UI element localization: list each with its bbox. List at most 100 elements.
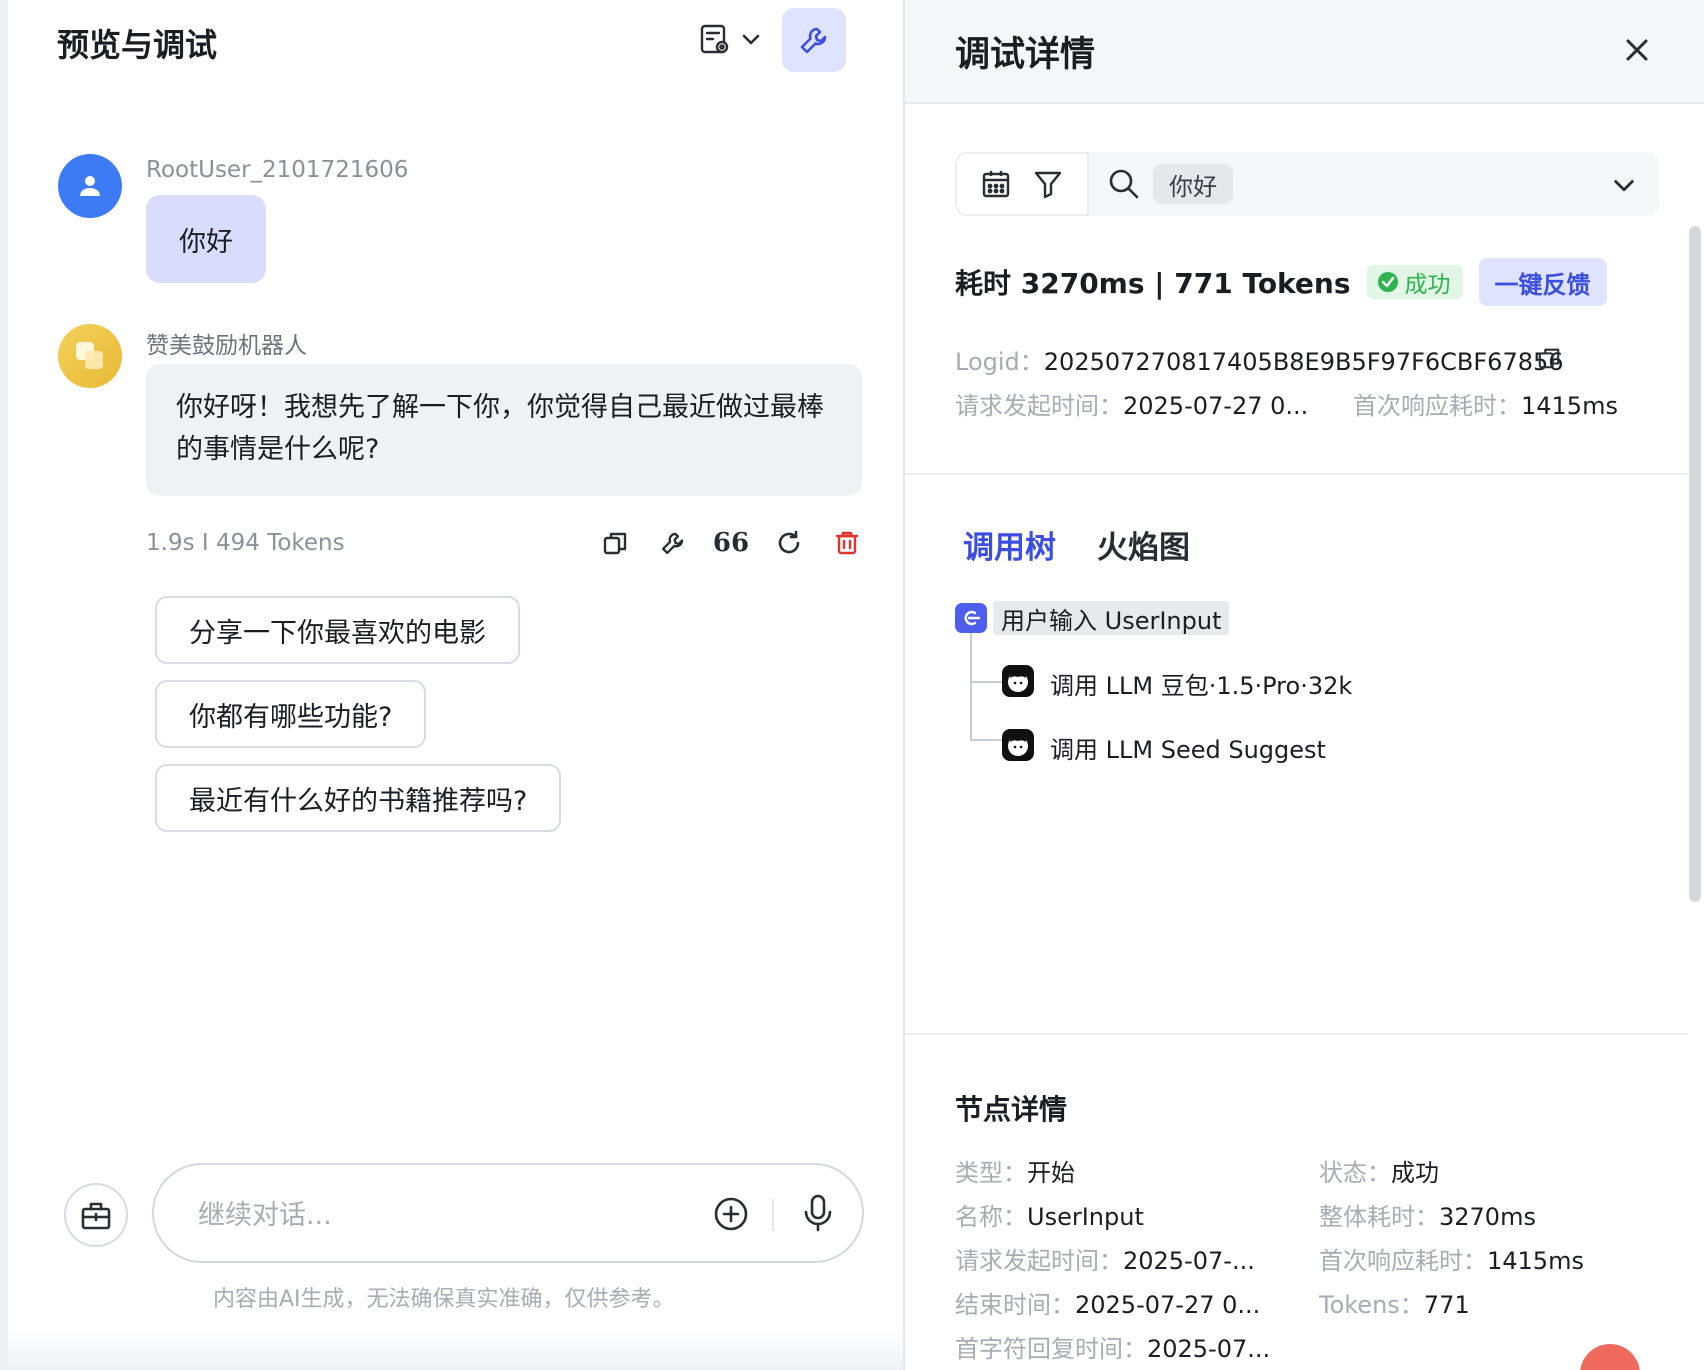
logid-label: Logid：: [955, 348, 1044, 376]
llm-node-icon: [1002, 729, 1034, 761]
doc-settings-dropdown[interactable]: [698, 22, 762, 56]
node-detail-row: 结束时间：2025-07-27 0...: [955, 1285, 1260, 1320]
tree-node-llm[interactable]: 调用 LLM 豆包·1.5·Pro·32k: [1050, 666, 1352, 701]
search-tag[interactable]: 你好: [1153, 164, 1233, 204]
status-badge: 成功: [1366, 265, 1463, 299]
node-detail-row: 名称：UserInput: [955, 1197, 1144, 1232]
message-meta: 1.9s I 494 Tokens: [146, 530, 345, 556]
preview-debug-panel: 预览与调试 RootUser_2101721606 你好 赞美鼓励机器人 你好呀…: [0, 0, 903, 1370]
divider: [905, 1033, 1688, 1035]
chat-input[interactable]: [198, 1195, 678, 1235]
bot-logo-icon: [76, 342, 103, 369]
detail-label: 名称：: [955, 1203, 1027, 1231]
wrench-icon: [797, 23, 831, 57]
ai-disclaimer: 内容由AI生成，无法确保真实准确，仅供参考。: [213, 1287, 675, 1312]
detail-value: 2025-07-...: [1123, 1247, 1255, 1275]
detail-label: 整体耗时：: [1319, 1203, 1439, 1231]
trace-stat: 耗时 3270ms | 771 Tokens: [955, 267, 1351, 300]
chat-input-box: [152, 1163, 864, 1263]
detail-value: 1415ms: [1487, 1247, 1584, 1275]
first-response-value: 1415ms: [1521, 392, 1618, 420]
bot-name: 赞美鼓励机器人: [146, 333, 307, 359]
llm-node-icon: [1002, 665, 1034, 697]
toolbox-button[interactable]: [64, 1183, 128, 1247]
debug-toggle-button[interactable]: [782, 8, 846, 72]
node-detail-row: 状态：成功: [1319, 1153, 1439, 1188]
wrench-icon[interactable]: [658, 528, 688, 558]
status-badge-label: 成功: [1404, 272, 1451, 298]
first-response-row: 首次响应耗时：1415ms: [1353, 386, 1618, 421]
divider: [905, 473, 1688, 475]
tab-flame-graph[interactable]: 火焰图: [1097, 522, 1190, 567]
debug-details-header: 调试详情: [905, 0, 1704, 104]
tab-call-tree[interactable]: 调用树: [963, 522, 1056, 567]
chevron-down-icon[interactable]: [1611, 172, 1637, 198]
node-detail-row: 类型：开始: [955, 1153, 1075, 1188]
search-icon: [1107, 167, 1141, 201]
copy-icon[interactable]: [1537, 346, 1561, 370]
user-name: RootUser_2101721606: [146, 157, 409, 183]
message-actions: 66: [600, 528, 862, 558]
copy-icon[interactable]: [600, 528, 630, 558]
detail-value: 3270ms: [1439, 1203, 1536, 1231]
user-input-node-icon: [955, 603, 987, 633]
refresh-icon[interactable]: [774, 528, 804, 558]
detail-label: 状态：: [1319, 1159, 1391, 1187]
node-detail-row: 首次响应耗时：1415ms: [1319, 1241, 1584, 1276]
quote-icon[interactable]: 66: [713, 528, 749, 558]
logid-row: Logid：202507270817405B8E9B5F97F6CBF67856: [955, 342, 1564, 377]
mic-icon[interactable]: [800, 1193, 836, 1233]
input-divider: [772, 1199, 774, 1231]
detail-value: 成功: [1391, 1159, 1439, 1187]
trace-filter-bar: 你好: [955, 152, 1659, 216]
close-button[interactable]: [1617, 30, 1657, 70]
trace-summary: 耗时 3270ms | 771 Tokens 成功 一键反馈: [955, 258, 1607, 306]
detail-value: 2025-07-27 0...: [1075, 1291, 1261, 1319]
user-message-bubble: 你好: [146, 195, 266, 283]
suggestion-chip[interactable]: 最近有什么好的书籍推荐吗?: [155, 764, 562, 832]
detail-label: Tokens：: [1319, 1291, 1424, 1319]
tree-connector: [970, 633, 972, 740]
detail-label: 首次响应耗时：: [1319, 1247, 1487, 1275]
first-response-label: 首次响应耗时：: [1353, 392, 1521, 420]
tree-node-llm[interactable]: 调用 LLM Seed Suggest: [1050, 730, 1326, 765]
node-detail-row: 首字符回复时间：2025-07...: [955, 1329, 1270, 1364]
node-detail-row: Tokens：771: [1319, 1285, 1470, 1320]
logid-value: 202507270817405B8E9B5F97F6CBF67856: [1043, 348, 1564, 376]
doc-settings-icon: [698, 22, 732, 56]
trash-icon[interactable]: [832, 528, 862, 558]
filter-icon[interactable]: [1033, 169, 1063, 199]
tree-node-root[interactable]: 用户输入 UserInput: [993, 601, 1230, 635]
node-details-title: 节点详情: [955, 1093, 1068, 1126]
node-detail-row: 请求发起时间：2025-07-...: [955, 1241, 1255, 1276]
feedback-button[interactable]: 一键反馈: [1478, 258, 1607, 306]
suggestion-chip[interactable]: 分享一下你最喜欢的电影: [155, 596, 520, 664]
calendar-icon[interactable]: [981, 169, 1011, 199]
detail-value: 2025-07...: [1147, 1335, 1271, 1363]
detail-value: UserInput: [1027, 1203, 1144, 1231]
bottom-fade: [8, 1330, 903, 1370]
page-title: 预览与调试: [57, 26, 218, 64]
request-time-row: 请求发起时间：2025-07-27 0...: [955, 386, 1308, 421]
bot-message-bubble: 你好呀！我想先了解一下你，你觉得自己最近做过最棒的事情是什么呢?: [146, 364, 862, 496]
node-detail-row: 整体耗时：3270ms: [1319, 1197, 1536, 1232]
bot-avatar: [58, 324, 122, 388]
filter-controls: [955, 152, 1089, 216]
user-icon: [80, 176, 100, 196]
scrollbar[interactable]: [1689, 226, 1701, 902]
chevron-down-icon: [740, 28, 762, 50]
detail-label: 结束时间：: [955, 1291, 1075, 1319]
panel-title: 调试详情: [955, 35, 1096, 75]
debug-details-panel: 调试详情 你好 耗时 3270ms | 771 Tokens 成功 一键反馈 L…: [903, 0, 1704, 1370]
detail-label: 首字符回复时间：: [955, 1335, 1147, 1363]
suggestion-chip[interactable]: 你都有哪些功能?: [155, 680, 427, 748]
tree-connector: [970, 681, 1002, 683]
check-circle-icon: [1377, 272, 1398, 292]
user-avatar: [58, 154, 122, 218]
request-time-value: 2025-07-27 0...: [1123, 392, 1309, 420]
close-icon: [1626, 39, 1648, 61]
plus-circle-icon[interactable]: [712, 1195, 750, 1233]
toolbox-icon: [79, 1198, 113, 1232]
floating-assistant-button[interactable]: [1580, 1344, 1640, 1370]
tree-connector: [970, 739, 1002, 741]
